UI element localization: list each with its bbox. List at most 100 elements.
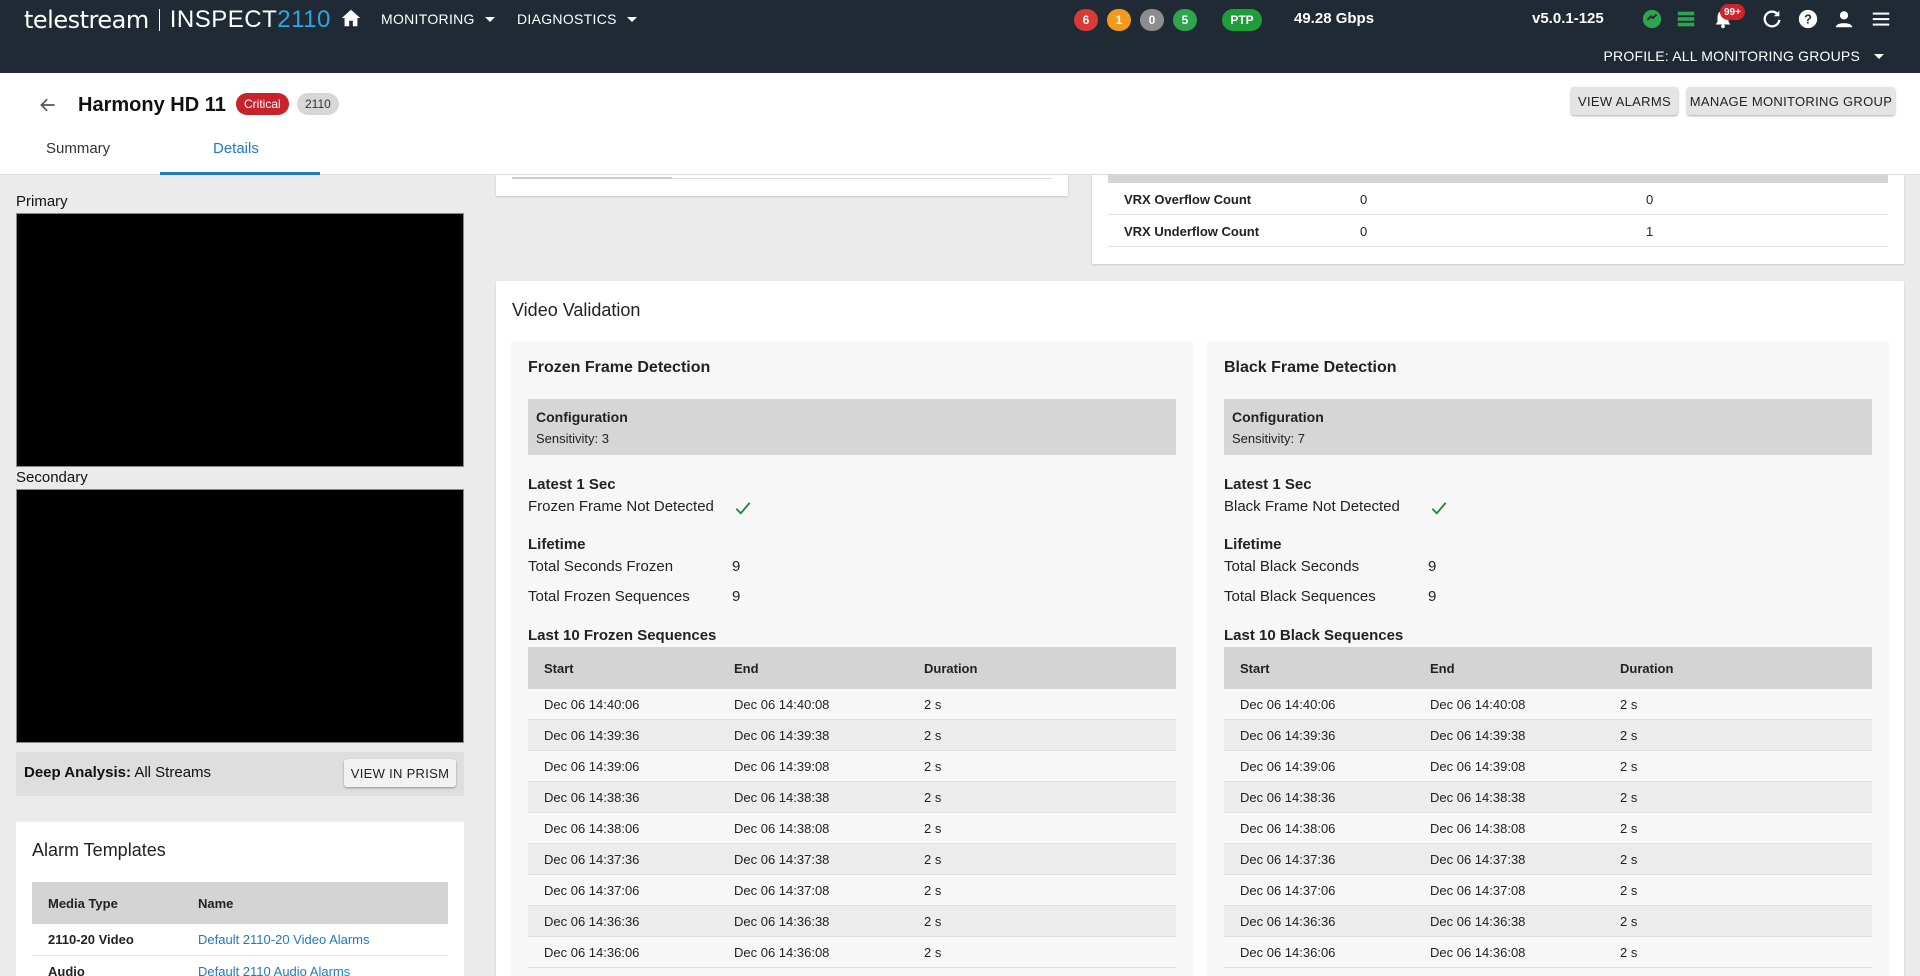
chevron-down-icon: [1874, 53, 1884, 59]
section-heading: Latest 1 Sec: [1224, 476, 1312, 493]
table-row: Dec 06 14:39:36 Dec 06 14:39:38 2 s: [1224, 720, 1872, 751]
alarm-templates-table: Media Type Name 2110-20 Video Default 21…: [32, 882, 448, 976]
black-sequences-table: Start End Duration Dec 06 14:40:06 Dec 06…: [1224, 647, 1872, 968]
alarm-count-ok[interactable]: 5: [1173, 9, 1197, 31]
deep-analysis-text: Deep Analysis: All Streams: [24, 764, 212, 781]
stat-value: 9: [732, 558, 741, 575]
column-header: End: [1430, 660, 1455, 676]
end-cell: Dec 06 14:36:38: [734, 913, 830, 929]
end-cell: Dec 06 14:37:38: [1430, 851, 1526, 867]
view-alarms-button[interactable]: VIEW ALARMS: [1571, 87, 1678, 115]
monitoring-menu[interactable]: MONITORING: [381, 11, 495, 27]
media-type-cell: 2110-20 Video: [48, 932, 134, 947]
hamburger-menu-icon[interactable]: [1870, 8, 1892, 30]
table-header: Media Type Name: [32, 882, 448, 924]
help-icon[interactable]: ?: [1797, 8, 1819, 30]
tab-summary[interactable]: Summary: [46, 140, 110, 175]
active-tab-indicator: [160, 172, 320, 175]
start-cell: Dec 06 14:37:06: [544, 882, 640, 898]
ptp-status-badge[interactable]: PTP: [1222, 9, 1262, 31]
list-status-icon[interactable]: [1675, 8, 1697, 30]
alarm-count-minor[interactable]: 0: [1140, 9, 1164, 31]
section-heading: Lifetime: [1224, 536, 1282, 553]
top-navigation-bar: telestream INSPECT2110 MONITORING DIAGNO…: [0, 0, 1920, 73]
check-icon: [735, 502, 751, 515]
end-cell: Dec 06 14:39:38: [734, 727, 830, 743]
stat-value: 0: [1646, 192, 1654, 207]
end-cell: Dec 06 14:39:08: [1430, 758, 1526, 774]
brand-logo[interactable]: telestream INSPECT2110: [24, 6, 331, 34]
stat-label: Total Black Seconds: [1224, 558, 1360, 575]
configuration-label: Configuration: [536, 409, 628, 425]
home-icon[interactable]: [340, 7, 362, 29]
view-in-prism-button[interactable]: VIEW IN PRISM: [344, 759, 456, 787]
chevron-down-icon: [484, 16, 495, 22]
diagnostics-menu-label: DIAGNOSTICS: [517, 11, 617, 27]
stat-value: 0: [1360, 224, 1368, 239]
duration-cell: 2 s: [1620, 820, 1638, 836]
stat-label: Total Black Sequences: [1224, 588, 1376, 605]
diagnostics-menu[interactable]: DIAGNOSTICS: [517, 11, 637, 27]
stat-label: Total Seconds Frozen: [528, 558, 674, 575]
sensitivity-value: Sensitivity: 7: [1232, 431, 1305, 446]
user-icon[interactable]: [1833, 8, 1855, 30]
tab-details[interactable]: Details: [213, 140, 259, 175]
manage-monitoring-group-button[interactable]: MANAGE MONITORING GROUP: [1687, 87, 1895, 115]
stat-name: VRX Overflow Count: [1124, 192, 1252, 207]
alarm-templates-card: Alarm Templates Media Type Name 2110-20 …: [16, 822, 464, 976]
end-cell: Dec 06 14:38:08: [734, 820, 830, 836]
product-name: INSPECT2110: [169, 6, 331, 33]
stat-value: 1: [1646, 224, 1654, 239]
profile-selector[interactable]: PROFILE: ALL MONITORING GROUPS: [1604, 48, 1884, 64]
table-header: Start End Duration: [1224, 647, 1872, 689]
start-cell: Dec 06 14:39:06: [1240, 758, 1336, 774]
end-cell: Dec 06 14:38:38: [734, 789, 830, 805]
duration-cell: 2 s: [924, 789, 942, 805]
media-type-cell: Audio: [48, 964, 85, 976]
table-row: Dec 06 14:38:36 Dec 06 14:38:38 2 s: [528, 782, 1176, 813]
version-label: v5.0.1-125: [1532, 10, 1604, 27]
secondary-video-preview: [16, 489, 464, 743]
end-cell: Dec 06 14:38:38: [1430, 789, 1526, 805]
table-row: Dec 06 14:38:36 Dec 06 14:38:38 2 s: [1224, 782, 1872, 813]
duration-cell: 2 s: [1620, 696, 1638, 712]
table-row: VRX Underflow Count 0 1: [1108, 215, 1888, 247]
alarm-templates-title: Alarm Templates: [32, 840, 166, 860]
start-cell: Dec 06 14:38:36: [544, 789, 640, 805]
panel-title: Frozen Frame Detection: [528, 359, 711, 376]
section-heading: Latest 1 Sec: [528, 476, 616, 493]
alarm-count-major[interactable]: 1: [1107, 9, 1131, 31]
secondary-video-label: Secondary: [16, 469, 88, 486]
table-row: 2110-20 Video Default 2110-20 Video Alar…: [32, 924, 448, 956]
back-arrow-icon[interactable]: [38, 95, 58, 115]
end-cell: Dec 06 14:39:38: [1430, 727, 1526, 743]
start-cell: Dec 06 14:37:36: [544, 851, 640, 867]
duration-cell: 2 s: [924, 851, 942, 867]
table-row: Dec 06 14:37:36 Dec 06 14:37:38 2 s: [528, 844, 1176, 875]
duration-cell: 2 s: [924, 758, 942, 774]
end-cell: Dec 06 14:40:08: [734, 696, 830, 712]
column-header: Start: [544, 660, 574, 676]
table-row: Audio Default 2110 Audio Alarms: [32, 956, 448, 976]
duration-cell: 2 s: [1620, 944, 1638, 960]
column-header: End: [734, 660, 759, 676]
end-cell: Dec 06 14:36:08: [1430, 944, 1526, 960]
svg-text:?: ?: [1804, 12, 1812, 27]
table-row: Dec 06 14:36:06 Dec 06 14:36:08 2 s: [1224, 937, 1872, 968]
template-link[interactable]: Default 2110-20 Video Alarms: [198, 932, 370, 947]
table-row: Dec 06 14:39:36 Dec 06 14:39:38 2 s: [528, 720, 1176, 751]
stat-value: 9: [1428, 588, 1437, 605]
start-cell: Dec 06 14:40:06: [544, 696, 640, 712]
template-link[interactable]: Default 2110 Audio Alarms: [198, 964, 350, 976]
duration-cell: 2 s: [1620, 789, 1638, 805]
column-header: Duration: [1620, 660, 1674, 676]
video-validation-card: Video Validation Frozen Frame Detection …: [496, 281, 1904, 976]
table-row: Dec 06 14:37:36 Dec 06 14:37:38 2 s: [1224, 844, 1872, 875]
alarm-count-critical[interactable]: 6: [1074, 9, 1098, 31]
table-row: Dec 06 14:37:06 Dec 06 14:37:08 2 s: [528, 875, 1176, 906]
primary-video-label: Primary: [16, 193, 68, 210]
connection-status-icon[interactable]: [1641, 8, 1663, 30]
refresh-icon[interactable]: [1761, 8, 1783, 30]
video-validation-title: Video Validation: [512, 300, 641, 320]
duration-cell: 2 s: [1620, 758, 1638, 774]
